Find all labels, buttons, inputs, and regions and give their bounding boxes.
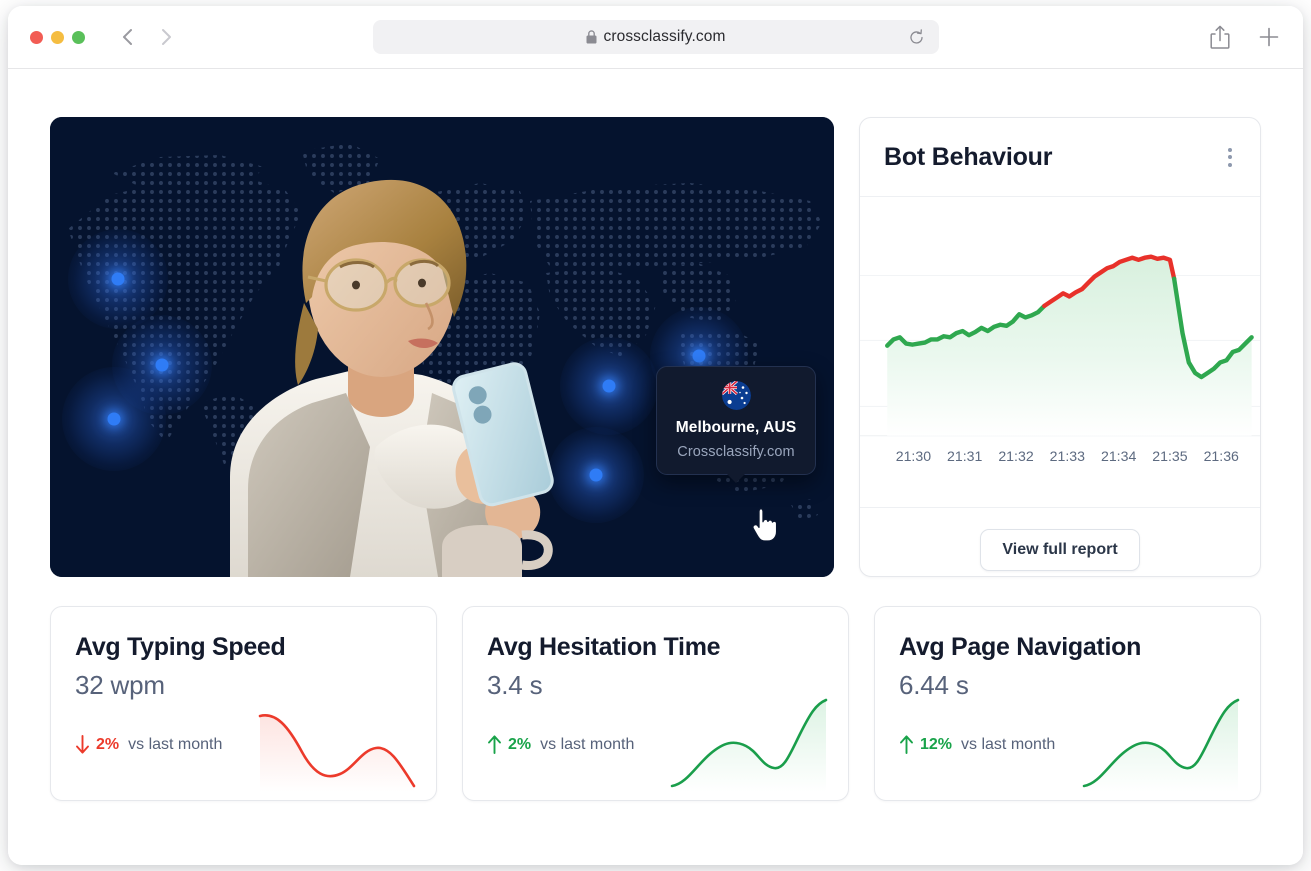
back-button[interactable] — [117, 26, 139, 48]
x-tick-label: 21:36 — [1204, 448, 1239, 464]
share-icon[interactable] — [1209, 25, 1231, 49]
view-full-report-button[interactable]: View full report — [980, 528, 1140, 571]
arrow-up-icon — [488, 735, 501, 754]
new-tab-icon[interactable] — [1257, 25, 1281, 49]
kebab-menu-icon[interactable] — [1224, 142, 1236, 173]
metric-card-avg-page-navigation: Avg Page Navigation 6.44 s 12% vs last m… — [874, 606, 1261, 801]
metric-card-avg-hesitation-time: Avg Hesitation Time 3.4 s 2% vs last mon… — [462, 606, 849, 801]
toolbar-actions — [1209, 25, 1281, 49]
tooltip-site: Crossclassify.com — [677, 444, 795, 460]
metric-percent: 2% — [96, 735, 120, 753]
map-pulse-point — [68, 229, 168, 329]
metric-percent: 12% — [920, 735, 953, 753]
x-tick-label: 21:35 — [1152, 448, 1187, 464]
page-content: Melbourne, AUS Crossclassify.com Bot Beh… — [8, 69, 1303, 865]
browser-toolbar: crossclassify.com — [8, 6, 1303, 69]
metric-delta: 2% vs last month — [487, 735, 634, 754]
person-photo — [230, 179, 554, 577]
metric-sparkline — [670, 694, 828, 792]
metric-cards-row: Avg Typing Speed 32 wpm 2% vs last month — [50, 606, 1261, 801]
chart-x-tick-labels: 21:30 21:31 21:32 21:33 21:34 21:35 21:3… — [896, 448, 1239, 464]
close-window-button[interactable] — [30, 30, 43, 44]
dashboard-top-row: Melbourne, AUS Crossclassify.com Bot Beh… — [50, 117, 1261, 577]
minimize-window-button[interactable] — [51, 30, 64, 44]
maximize-window-button[interactable] — [72, 30, 85, 44]
metric-sparkline — [1082, 694, 1240, 792]
x-tick-label: 21:31 — [947, 448, 982, 464]
metric-title: Avg Typing Speed — [75, 633, 286, 661]
metric-title: Avg Page Navigation — [899, 633, 1142, 661]
bot-card-header: Bot Behaviour — [860, 118, 1260, 197]
reload-icon[interactable] — [908, 28, 925, 46]
bot-card-title: Bot Behaviour — [884, 142, 1053, 171]
metric-delta: 12% vs last month — [899, 735, 1055, 754]
arrow-down-icon — [76, 735, 89, 754]
metric-percent: 2% — [508, 735, 532, 753]
pointing-hand-cursor-icon — [752, 507, 776, 541]
metric-sparkline — [258, 694, 416, 792]
metric-title: Avg Hesitation Time — [487, 633, 721, 661]
location-tooltip: Melbourne, AUS Crossclassify.com — [656, 366, 816, 475]
australia-flag-icon — [721, 381, 751, 410]
chart-area-fill — [887, 256, 1252, 436]
x-tick-label: 21:34 — [1101, 448, 1136, 464]
map-pulse-point — [62, 367, 166, 471]
address-bar[interactable]: crossclassify.com — [372, 20, 939, 54]
browser-window: crossclassify.com Melbourne, AUS Crosscl… — [8, 6, 1303, 865]
metric-note: vs last month — [128, 735, 223, 753]
forward-button[interactable] — [155, 26, 177, 48]
x-tick-label: 21:30 — [896, 448, 931, 464]
metric-note: vs last month — [540, 735, 635, 753]
arrow-up-icon — [900, 735, 913, 754]
url-text: crossclassify.com — [603, 28, 726, 45]
hero-map-panel: Melbourne, AUS Crossclassify.com — [50, 117, 834, 577]
window-traffic-lights — [30, 30, 85, 44]
bot-chart-svg: 21:30 21:31 21:32 21:33 21:34 21:35 21:3… — [860, 254, 1260, 464]
navigation-buttons — [117, 26, 177, 48]
metric-delta: 2% vs last month — [75, 735, 222, 754]
x-tick-label: 21:33 — [1050, 448, 1085, 464]
lock-icon — [586, 30, 596, 44]
bot-behaviour-card: Bot Behaviour 21:30 21:31 21:32 21:33 21… — [859, 117, 1261, 577]
metric-note: vs last month — [961, 735, 1056, 753]
x-tick-label: 21:32 — [998, 448, 1033, 464]
metric-card-avg-typing-speed: Avg Typing Speed 32 wpm 2% vs last month — [50, 606, 437, 801]
bot-behaviour-chart: 21:30 21:31 21:32 21:33 21:34 21:35 21:3… — [860, 197, 1260, 507]
tooltip-city: Melbourne, AUS — [675, 419, 797, 436]
bot-card-footer: View full report — [860, 506, 1260, 576]
